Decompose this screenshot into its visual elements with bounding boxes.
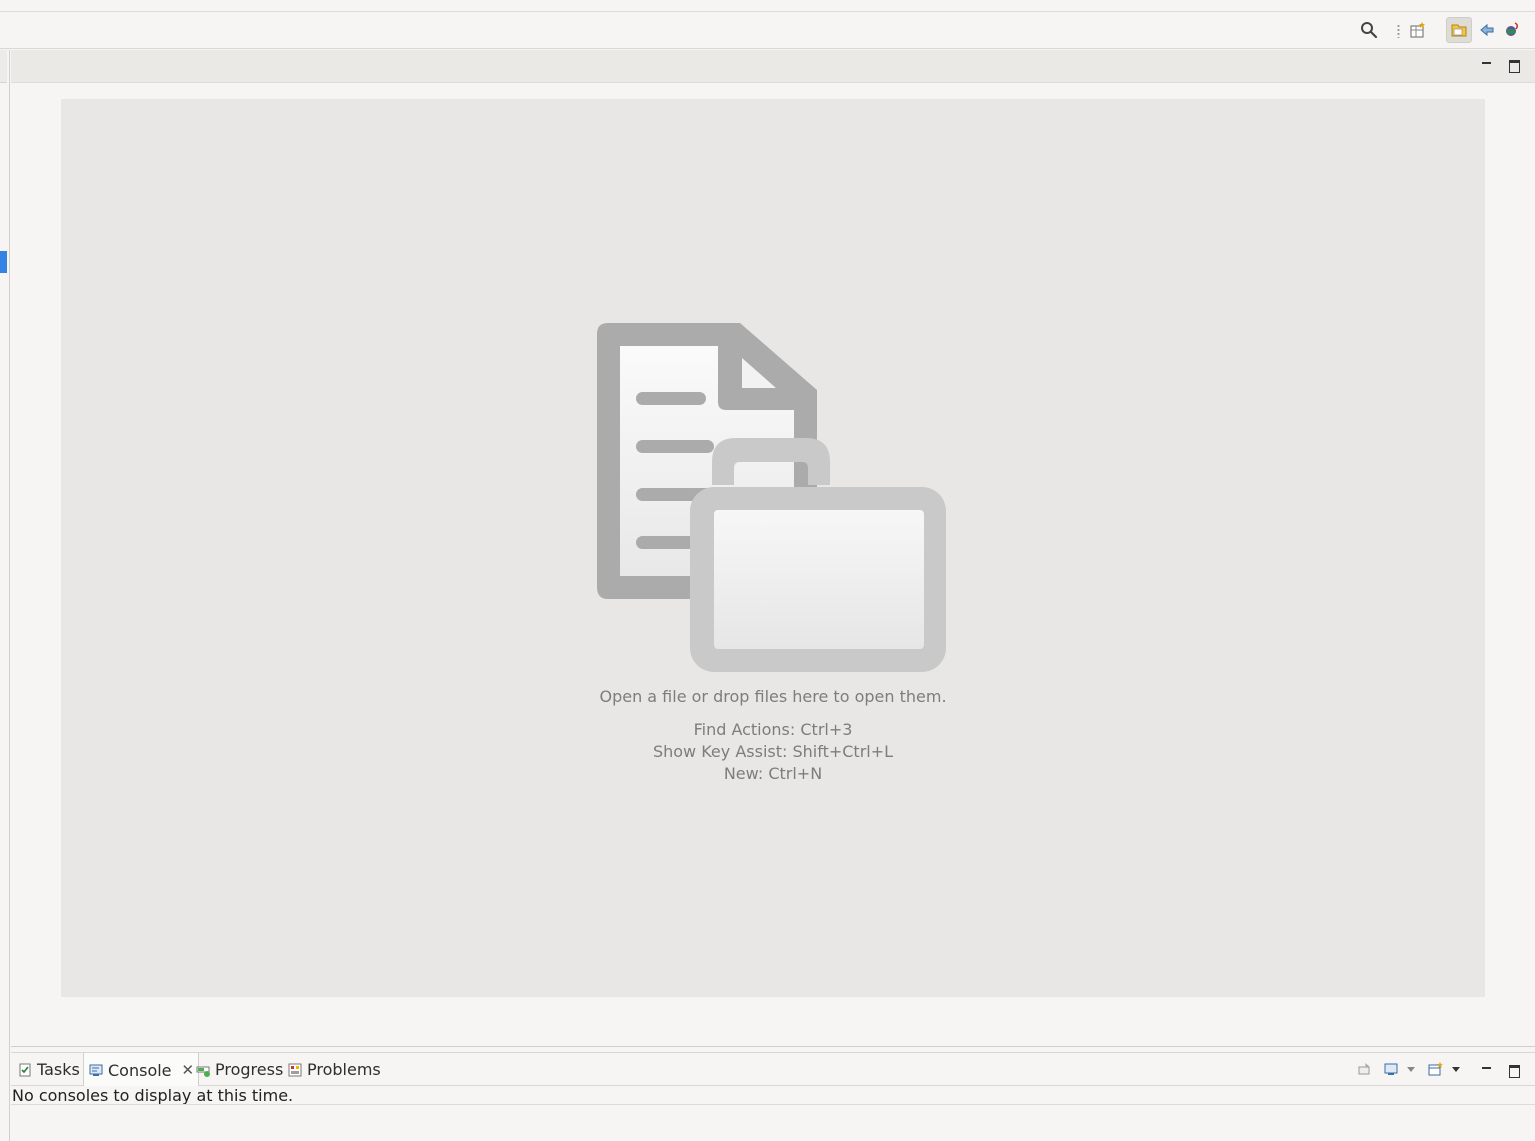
resource-perspective-button[interactable] [1446,17,1472,43]
left-panel-strip [0,50,10,1141]
debug-perspective-button[interactable] [1474,17,1500,43]
tab-progress[interactable]: Progress [191,1053,287,1086]
problems-icon [288,1063,302,1076]
editor-drop-zone[interactable]: Open a file or drop files here to open t… [61,99,1485,997]
display-console-button[interactable] [1378,1056,1404,1082]
main-toolbar [0,12,1535,49]
debug-perspective-icon [1480,23,1494,37]
java-perspective-button[interactable] [1500,17,1526,43]
open-console-icon [1428,1062,1443,1076]
find-actions-hint: Find Actions: Ctrl+3 [693,720,853,739]
open-file-icon [597,323,946,672]
console-divider [11,1104,1535,1105]
minimize-editor-button[interactable] [1479,55,1495,71]
maximize-editor-button[interactable] [1506,57,1522,73]
tab-tasks[interactable]: Tasks [13,1053,84,1086]
tasks-icon [19,1063,31,1076]
display-console-icon [1384,1063,1398,1075]
minimize-panel-button[interactable] [1479,1060,1495,1076]
tab-tasks-label: Tasks [37,1060,80,1079]
progress-icon [196,1066,210,1077]
open-perspective-button[interactable] [1405,17,1431,43]
left-selection-marker [0,251,7,273]
open-file-message: Open a file or drop files here to open t… [599,687,947,706]
tab-problems[interactable]: Problems [283,1053,385,1086]
editor-header [11,50,1535,83]
tab-console-label: Console [108,1060,172,1080]
left-panel-tab[interactable] [0,50,7,83]
chevron-down-icon [1407,1067,1415,1072]
pin-icon [1358,1063,1370,1075]
tab-console[interactable]: Console ✕ [83,1053,200,1087]
console-view: No consoles to display at this time. [11,1086,1535,1141]
tab-progress-label: Progress [215,1060,284,1079]
resource-perspective-icon [1451,24,1467,37]
pin-console-button[interactable] [1351,1056,1377,1082]
open-console-button[interactable] [1422,1056,1448,1082]
editor-area: Open a file or drop files here to open t… [11,83,1535,1047]
open-perspective-icon [1410,22,1425,38]
java-perspective-icon [1506,22,1519,36]
key-assist-hint: Show Key Assist: Shift+Ctrl+L [652,742,894,761]
toolbar-separator [1397,24,1400,38]
open-console-dropdown[interactable] [1447,1056,1465,1082]
new-hint: New: Ctrl+N [723,764,823,783]
search-button[interactable] [1356,17,1382,43]
tab-problems-label: Problems [307,1060,381,1079]
maximize-panel-button[interactable] [1506,1062,1522,1078]
console-empty-message: No consoles to display at this time. [12,1086,294,1105]
console-icon [89,1064,103,1076]
display-console-dropdown[interactable] [1402,1056,1420,1082]
title-strip [0,0,1535,12]
chevron-down-icon [1452,1067,1460,1072]
search-icon [1361,22,1378,39]
bottom-panel-header: Tasks Console ✕ Progress Problems [11,1052,1535,1087]
